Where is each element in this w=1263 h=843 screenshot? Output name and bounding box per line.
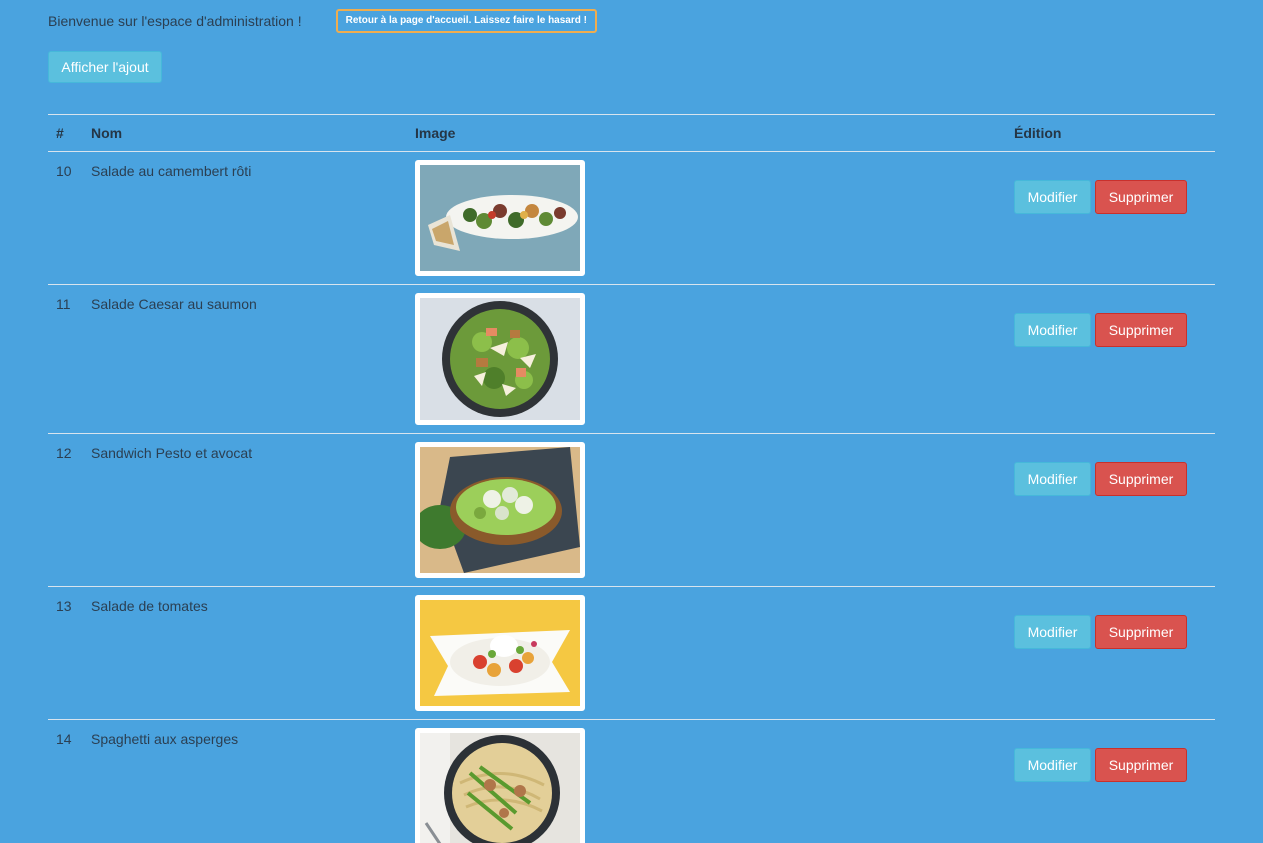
row-id: 10 [56,163,72,179]
delete-button[interactable]: Supprimer [1095,748,1187,782]
row-name: Salade Caesar au saumon [91,296,257,312]
column-header-image: Image [415,125,456,141]
table-row: 10 Salade au camembert rôti Modifier Sup… [48,152,1215,285]
delete-button[interactable]: Supprimer [1095,462,1187,496]
row-id: 14 [56,731,72,747]
row-name: Sandwich Pesto et avocat [91,445,253,461]
table-row: 12 Sandwich Pesto et avocat Modifier Sup… [48,434,1215,587]
row-id: 12 [56,445,72,461]
column-header-num: # [56,125,64,141]
row-actions: Modifier Supprimer [1014,462,1187,496]
admin-page: Bienvenue sur l'espace d'administration … [0,0,1263,843]
delete-button[interactable]: Supprimer [1095,180,1187,214]
column-header-name: Nom [91,125,123,141]
row-actions: Modifier Supprimer [1014,313,1187,347]
edit-button[interactable]: Modifier [1014,313,1091,347]
row-actions: Modifier Supprimer [1014,180,1187,214]
table-header: # Nom Image Édition [48,115,1215,152]
dish-image [415,728,585,843]
delete-button[interactable]: Supprimer [1095,313,1187,347]
dish-image [415,160,585,276]
top-bar: Bienvenue sur l'espace d'administration … [48,9,597,33]
table-row: 14 Spaghetti aux asperges Modifier Suppr… [48,720,1215,843]
delete-button[interactable]: Supprimer [1095,615,1187,649]
welcome-text: Bienvenue sur l'espace d'administration … [48,13,302,29]
dish-image [415,595,585,711]
column-header-edit: Édition [1014,125,1062,141]
home-link-button[interactable]: Retour à la page d'accueil. Laissez fair… [335,9,597,33]
row-name: Salade au camembert rôti [91,163,252,179]
edit-button[interactable]: Modifier [1014,748,1091,782]
row-actions: Modifier Supprimer [1014,615,1187,649]
show-add-button[interactable]: Afficher l'ajout [48,51,162,83]
edit-button[interactable]: Modifier [1014,615,1091,649]
edit-button[interactable]: Modifier [1014,180,1091,214]
dish-image [415,293,585,425]
row-name: Salade de tomates [91,598,208,614]
row-id: 13 [56,598,72,614]
edit-button[interactable]: Modifier [1014,462,1091,496]
dish-image [415,442,585,578]
row-id: 11 [56,296,71,312]
table-row: 11 Salade Caesar au saumon Modifier Supp… [48,285,1215,434]
row-actions: Modifier Supprimer [1014,748,1187,782]
row-name: Spaghetti aux asperges [91,731,239,747]
table-row: 13 Salade de tomates Modifier Supprimer [48,587,1215,720]
recipes-table: # Nom Image Édition 10 Salade au camembe… [48,114,1215,843]
